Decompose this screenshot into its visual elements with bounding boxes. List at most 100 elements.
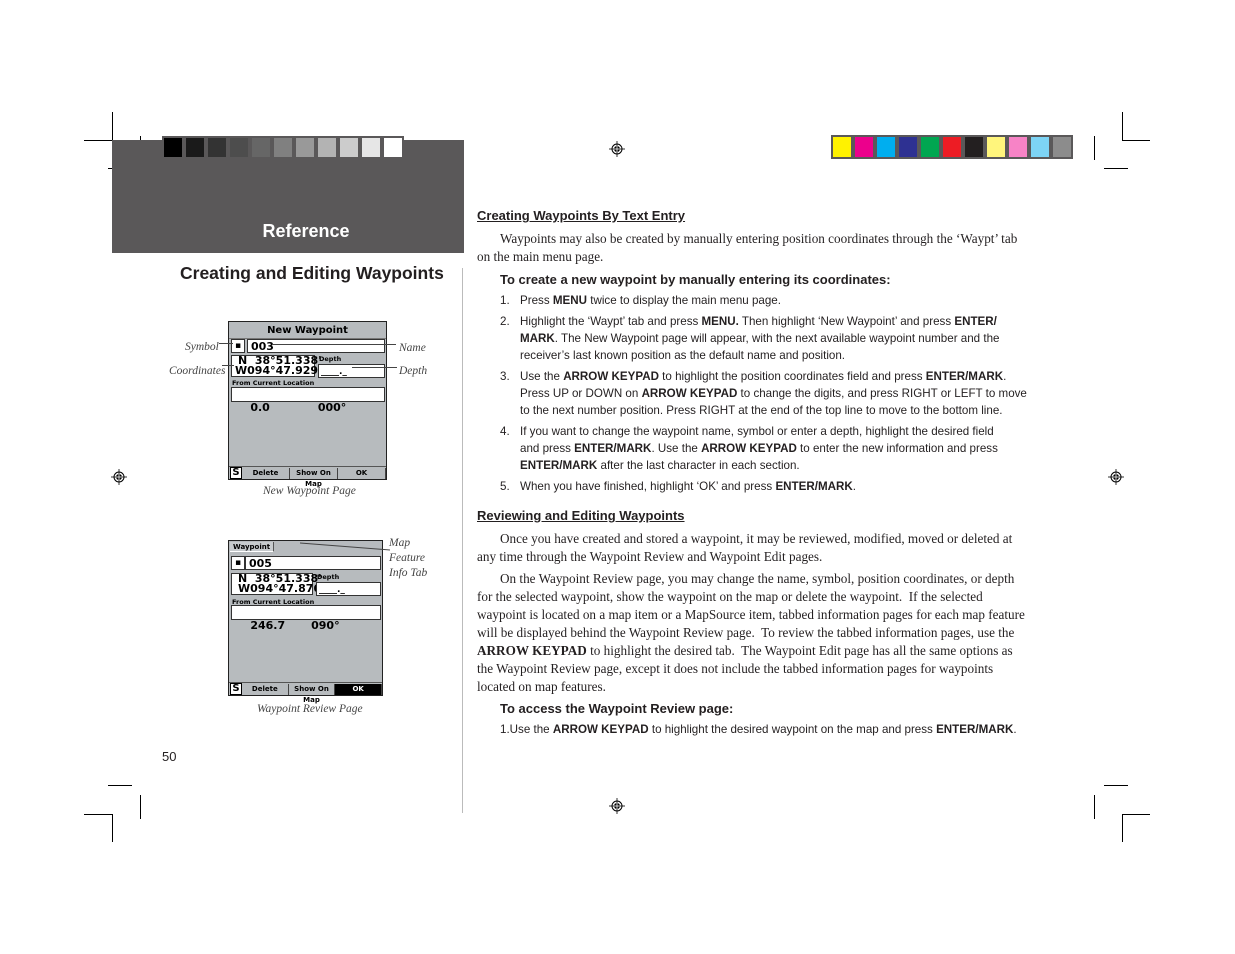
procedure-heading: To access the Waypoint Review page: (500, 701, 734, 716)
gray-swatch (186, 138, 204, 157)
color-swatch (1009, 137, 1027, 157)
color-swatch (877, 137, 895, 157)
coordinates-field[interactable]: N 38°51.338' W094°47.876' (231, 573, 325, 595)
waypoint-symbol-field[interactable]: ▪ (231, 339, 245, 353)
from-location-label: From Current Location (232, 379, 315, 387)
column-divider (462, 268, 463, 813)
heading-creating-waypoints-text-entry: Creating Waypoints By Text Entry (477, 208, 686, 223)
gray-swatch (318, 138, 336, 157)
gray-swatch (296, 138, 314, 157)
gray-swatch (362, 138, 380, 157)
crop-mark (84, 140, 112, 141)
screen-footer: S Delete Show On Map OK (229, 466, 386, 488)
step-item: 2. Highlight the ‘Waypt’ tab and press M… (500, 315, 1000, 362)
callout-name: Name (399, 342, 426, 354)
crop-mark (1104, 785, 1128, 786)
leader-line (352, 367, 397, 368)
delete-button[interactable]: Delete (242, 467, 290, 479)
figure-caption: New Waypoint Page (263, 485, 356, 497)
depth-label: Depth (319, 355, 342, 363)
waypoint-symbol-field[interactable]: ▪ (231, 556, 245, 570)
callout-coordinates: Coordinates (169, 365, 226, 377)
registration-mark-icon (609, 798, 625, 814)
color-swatch (943, 137, 961, 157)
gray-swatch (164, 138, 182, 157)
leader-line (300, 542, 391, 551)
registration-mark-icon (111, 469, 127, 485)
color-swatch (855, 137, 873, 157)
distance-bearing-field: 0.0 000° (231, 387, 385, 414)
color-swatch (899, 137, 917, 157)
color-swatch (1053, 137, 1071, 157)
crop-mark (112, 814, 113, 842)
leader-line (222, 365, 234, 366)
section-tab-title: Reference (262, 221, 350, 241)
gray-swatch (274, 138, 292, 157)
crop-mark (1104, 168, 1128, 169)
gray-swatch (384, 138, 402, 157)
registration-mark-icon (609, 141, 625, 157)
tab-waypoint[interactable]: Waypoint (230, 542, 275, 552)
distance-value: 0.0 (250, 401, 270, 414)
gray-swatch (340, 138, 358, 157)
page-title: Creating and Editing Waypoints (180, 263, 444, 283)
step-item: 5. When you have finished, highlight ‘OK… (500, 480, 856, 493)
registration-mark-icon (1108, 469, 1124, 485)
page-number: 50 (162, 749, 177, 764)
color-swatch (921, 137, 939, 157)
crop-mark (1094, 795, 1095, 819)
color-swatch (1031, 137, 1049, 157)
crop-mark (1122, 814, 1150, 815)
longitude-value: W094°47.929' (235, 364, 322, 377)
step-item: 1. Press MENU twice to display the main … (500, 294, 781, 307)
color-swatch (987, 137, 1005, 157)
callout-map-feature-tab: Map Feature Info Tab (389, 537, 428, 579)
paragraph: Waypoints may also be created by manuall… (477, 231, 1018, 264)
paragraph: On the Waypoint Review page, you may cha… (477, 571, 1025, 694)
screen-footer: S Delete Show On Map OK (229, 682, 383, 704)
bearing-value: 090° (311, 619, 340, 632)
callout-symbol: Symbol (185, 341, 219, 353)
paragraph: Once you have created and stored a waypo… (477, 531, 1013, 564)
show-on-map-button[interactable]: Show On Map (289, 683, 336, 704)
leader-line (219, 343, 233, 344)
waypoint-review-screen: Waypoint ▪ 005 N 38°51.338' W094°47.876'… (228, 540, 383, 704)
satellite-status-icon: S (230, 683, 242, 695)
crop-mark (1122, 112, 1123, 140)
distance-bearing-field: 246.7 090° (231, 605, 381, 632)
grayscale-calibration-bar (162, 136, 404, 159)
step-item: 4. If you want to change the waypoint na… (500, 425, 998, 472)
gray-swatch (230, 138, 248, 157)
screen-title: New Waypoint (229, 323, 386, 339)
crop-mark (1122, 814, 1123, 842)
heading-reviewing-editing-waypoints: Reviewing and Editing Waypoints (477, 508, 685, 523)
step-item: 1.Use the ARROW KEYPAD to highlight the … (500, 723, 1017, 736)
callout-depth: Depth (399, 365, 428, 377)
color-swatch (833, 137, 851, 157)
delete-button[interactable]: Delete (242, 683, 289, 695)
depth-field[interactable]: ____._ (316, 582, 381, 596)
gray-swatch (252, 138, 270, 157)
longitude-value: W094°47.876' (238, 582, 325, 595)
crop-mark (1094, 136, 1095, 160)
color-swatch (965, 137, 983, 157)
show-on-map-button[interactable]: Show On Map (290, 467, 338, 488)
satellite-status-icon: S (230, 467, 242, 479)
figure-caption: Waypoint Review Page (257, 703, 363, 715)
crop-mark (140, 795, 141, 819)
coordinates-field[interactable]: N 38°51.338' W094°47.929' (231, 355, 322, 377)
crop-mark (1122, 140, 1150, 141)
gray-swatch (208, 138, 226, 157)
step-item: 3. Use the ARROW KEYPAD to highlight the… (500, 370, 1027, 417)
waypoint-name-field[interactable]: 003 (247, 339, 385, 353)
crop-mark (84, 814, 112, 815)
leader-line (272, 344, 396, 345)
color-calibration-bar (831, 135, 1073, 159)
crop-mark (112, 112, 113, 140)
ok-button[interactable]: OK (338, 467, 386, 479)
distance-value: 246.7 (250, 619, 286, 632)
depth-label: Depth (317, 573, 340, 581)
ok-button[interactable]: OK (335, 683, 383, 695)
waypoint-name-field[interactable]: 005 (245, 556, 381, 570)
procedure-heading: To create a new waypoint by manually ent… (500, 272, 891, 287)
